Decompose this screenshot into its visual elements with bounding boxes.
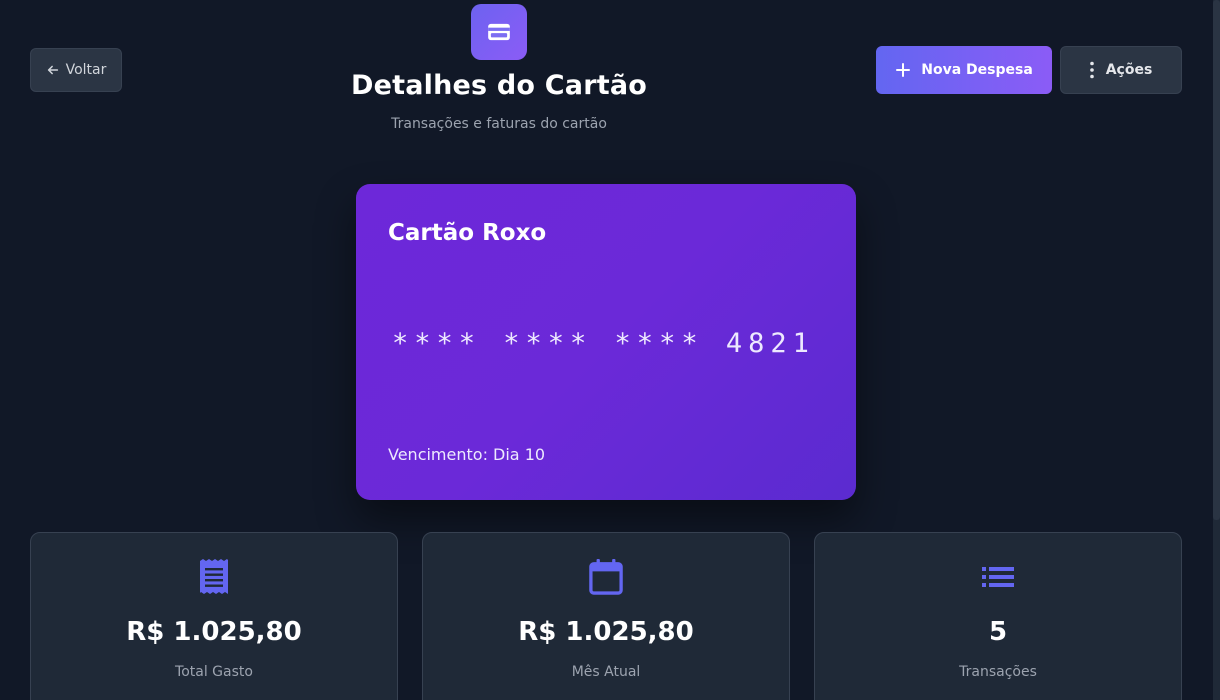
arrow-left-icon — [46, 63, 60, 77]
calendar-icon — [588, 559, 624, 595]
stat-card-total-spent: R$ 1.025,80 Total Gasto — [30, 532, 398, 700]
plus-icon — [895, 62, 911, 78]
stat-label: Mês Atual — [571, 664, 641, 680]
stat-value: R$ 1.025,80 — [518, 617, 694, 647]
card-name: Cartão Roxo — [388, 220, 547, 246]
actions-button[interactable]: Ações — [1060, 46, 1182, 94]
back-button-label: Voltar — [65, 62, 107, 78]
card-number: **** **** **** 4821 — [392, 328, 815, 359]
page-subtitle: Transações e faturas do cartão — [391, 116, 607, 132]
more-vertical-icon — [1089, 61, 1094, 79]
back-button[interactable]: Voltar — [30, 48, 122, 92]
scrollbar-thumb[interactable] — [1213, 0, 1220, 520]
list-icon — [980, 559, 1016, 595]
credit-card-icon — [471, 4, 527, 60]
page-title: Detalhes do Cartão — [350, 70, 647, 101]
new-expense-label: Nova Despesa — [921, 62, 1033, 78]
stat-label: Total Gasto — [175, 664, 253, 680]
page-scrollbar[interactable] — [1213, 0, 1220, 700]
stat-card-current-month: R$ 1.025,80 Mês Atual — [422, 532, 790, 700]
new-expense-button[interactable]: Nova Despesa — [876, 46, 1052, 94]
actions-label: Ações — [1105, 62, 1153, 78]
card-due-date: Vencimento: Dia 10 — [388, 445, 546, 464]
receipt-icon — [196, 559, 232, 595]
stat-card-transactions: 5 Transações — [814, 532, 1182, 700]
card-details-page: Voltar Detalhes do Cartão Transações e f… — [0, 0, 1220, 700]
stat-value: R$ 1.025,80 — [126, 617, 302, 647]
stat-label: Transações — [959, 664, 1037, 680]
stat-value: 5 — [988, 617, 1008, 647]
credit-card-preview: Cartão Roxo **** **** **** 4821 Vencimen… — [356, 184, 856, 500]
